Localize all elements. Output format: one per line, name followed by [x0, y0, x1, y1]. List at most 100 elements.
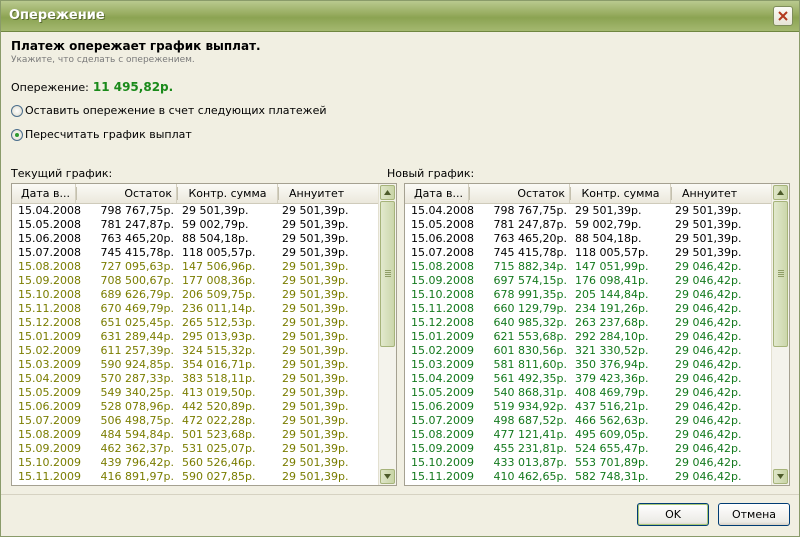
- cell-balance: 660 129,79р.: [493, 302, 567, 315]
- title-bar[interactable]: Опережение: [1, 1, 799, 32]
- table-row[interactable]: 15.05.2009 540 868,31р. 408 469,79р. 29 046…: [405, 386, 772, 400]
- table-row[interactable]: 15.05.2008 781 247,87р. 59 002,79р. 29 501,…: [405, 218, 772, 232]
- cell-date: 15.11.2009: [18, 470, 81, 483]
- cell-date: 15.07.2008: [411, 246, 474, 259]
- table-row[interactable]: 15.04.2008 798 767,75р. 29 501,39р. 29 501,…: [12, 204, 379, 218]
- scroll-down-button[interactable]: [773, 469, 788, 484]
- table-row[interactable]: 15.07.2009 506 498,75р. 472 022,28р. 29 501…: [12, 414, 379, 428]
- table-row[interactable]: 15.08.2009 484 594,84р. 501 523,68р. 29 501…: [12, 428, 379, 442]
- close-button[interactable]: [773, 6, 793, 26]
- cell-control-sum: 321 330,52р.: [575, 344, 649, 357]
- table-row[interactable]: 15.06.2008 763 465,20р. 88 504,18р. 29 501,…: [12, 232, 379, 246]
- vertical-scrollbar[interactable]: [771, 184, 789, 485]
- cell-control-sum: 560 526,46р.: [182, 456, 256, 469]
- cell-balance: 678 991,35р.: [493, 288, 567, 301]
- cell-balance: 640 985,32р.: [493, 316, 567, 329]
- table-row[interactable]: 15.04.2009 561 492,35р. 379 423,36р. 29 046…: [405, 372, 772, 386]
- table-row[interactable]: 15.03.2009 581 811,60р. 350 376,94р. 29 046…: [405, 358, 772, 372]
- current-schedule-caption: Текущий график:: [11, 167, 113, 180]
- cell-balance: 439 796,42р.: [100, 456, 174, 469]
- cell-control-sum: 147 051,99р.: [575, 260, 649, 273]
- table-row[interactable]: 15.06.2008 763 465,20р. 88 504,18р. 29 501,…: [405, 232, 772, 246]
- table-row[interactable]: 15.01.2009 631 289,44р. 295 013,93р. 29 501…: [12, 330, 379, 344]
- column-header-balance[interactable]: Остаток: [470, 184, 570, 203]
- column-header-control-sum[interactable]: Контр. сумма: [178, 184, 278, 203]
- option-recalculate[interactable]: Пересчитать график выплат: [11, 128, 192, 141]
- cell-date: 15.02.2009: [411, 344, 474, 357]
- table-row[interactable]: 15.05.2009 549 340,25р. 413 019,50р. 29 501…: [12, 386, 379, 400]
- current-schedule-grid[interactable]: Дата в... Остаток Контр. сумма Аннуитет …: [11, 183, 397, 486]
- cell-control-sum: 495 609,05р.: [575, 428, 649, 441]
- cell-control-sum: 236 011,14р.: [182, 302, 256, 315]
- table-row[interactable]: 15.06.2009 528 078,96р. 442 520,89р. 29 501…: [12, 400, 379, 414]
- cell-control-sum: 324 515,32р.: [182, 344, 256, 357]
- column-header-annuity[interactable]: Аннуитет: [279, 184, 377, 203]
- cell-control-sum: 177 008,36р.: [182, 274, 256, 287]
- table-row[interactable]: 15.04.2008 798 767,75р. 29 501,39р. 29 501,…: [405, 204, 772, 218]
- option-keep-advance[interactable]: Оставить опережение в счет следующих пла…: [11, 104, 327, 117]
- cell-annuity: 29 501,39р.: [282, 386, 349, 399]
- table-row[interactable]: 15.10.2008 678 991,35р. 205 144,84р. 29 046…: [405, 288, 772, 302]
- table-row[interactable]: 15.08.2008 727 095,63р. 147 506,96р. 29 501…: [12, 260, 379, 274]
- scroll-down-button[interactable]: [380, 469, 395, 484]
- scroll-up-button[interactable]: [380, 185, 395, 200]
- table-row[interactable]: 15.11.2008 660 129,79р. 234 191,26р. 29 046…: [405, 302, 772, 316]
- cell-control-sum: 413 019,50р.: [182, 386, 256, 399]
- table-row[interactable]: 15.09.2009 462 362,37р. 531 025,07р. 29 501…: [12, 442, 379, 456]
- table-row[interactable]: 15.08.2008 715 882,34р. 147 051,99р. 29 046…: [405, 260, 772, 274]
- column-header-date[interactable]: Дата в...: [405, 184, 469, 203]
- table-row[interactable]: 15.05.2008 781 247,87р. 59 002,79р. 29 501,…: [12, 218, 379, 232]
- cell-annuity: 29 046,42р.: [675, 428, 742, 441]
- table-row[interactable]: 15.02.2009 611 257,39р. 324 515,32р. 29 501…: [12, 344, 379, 358]
- table-row[interactable]: 15.10.2008 689 626,79р. 206 509,75р. 29 501…: [12, 288, 379, 302]
- table-row[interactable]: 15.04.2009 570 287,33р. 383 518,11р. 29 501…: [12, 372, 379, 386]
- table-row[interactable]: 15.11.2009 410 462,65р. 582 748,31р. 29 046…: [405, 470, 772, 484]
- grid-body: 15.04.2008 798 767,75р. 29 501,39р. 29 501,…: [405, 204, 772, 485]
- table-row[interactable]: 15.07.2008 745 415,78р. 118 005,57р. 29 501…: [405, 246, 772, 260]
- column-header-balance[interactable]: Остаток: [77, 184, 177, 203]
- table-row[interactable]: 15.12.2008 651 025,45р. 265 512,53р. 29 501…: [12, 316, 379, 330]
- scroll-thumb[interactable]: [380, 201, 395, 347]
- column-header-annuity[interactable]: Аннуитет: [672, 184, 770, 203]
- cell-date: 15.08.2008: [411, 260, 474, 273]
- new-schedule-grid[interactable]: Дата в... Остаток Контр. сумма Аннуитет …: [404, 183, 790, 486]
- vertical-scrollbar[interactable]: [378, 184, 396, 485]
- table-row[interactable]: 15.06.2009 519 934,92р. 437 516,21р. 29 046…: [405, 400, 772, 414]
- table-row[interactable]: 15.10.2009 433 013,87р. 553 701,89р. 29 046…: [405, 456, 772, 470]
- table-row[interactable]: 15.09.2008 697 574,15р. 176 098,41р. 29 046…: [405, 274, 772, 288]
- cell-balance: 798 767,75р.: [493, 204, 567, 217]
- cell-control-sum: 88 504,18р.: [575, 232, 642, 245]
- cell-balance: 455 231,81р.: [493, 442, 567, 455]
- table-row[interactable]: 15.12.2008 640 985,32р. 263 237,68р. 29 046…: [405, 316, 772, 330]
- cell-balance: 708 500,67р.: [100, 274, 174, 287]
- column-header-control-sum[interactable]: Контр. сумма: [571, 184, 671, 203]
- scroll-thumb[interactable]: [773, 201, 788, 347]
- table-row[interactable]: 15.02.2009 601 830,56р. 321 330,52р. 29 046…: [405, 344, 772, 358]
- cell-annuity: 29 046,42р.: [675, 400, 742, 413]
- table-row[interactable]: 15.07.2009 498 687,52р. 466 562,63р. 29 046…: [405, 414, 772, 428]
- ok-button[interactable]: OK: [637, 503, 709, 526]
- table-row[interactable]: 15.11.2009 416 891,97р. 590 027,85р. 29 501…: [12, 470, 379, 484]
- table-row[interactable]: 15.07.2008 745 415,78р. 118 005,57р. 29 501…: [12, 246, 379, 260]
- radio-keep-advance[interactable]: [11, 104, 23, 117]
- column-header-date[interactable]: Дата в...: [12, 184, 76, 203]
- table-row[interactable]: 15.01.2009 621 553,68р. 292 284,10р. 29 046…: [405, 330, 772, 344]
- cell-balance: 416 891,97р.: [100, 470, 174, 483]
- table-row[interactable]: 15.11.2008 670 469,79р. 236 011,14р. 29 501…: [12, 302, 379, 316]
- table-row[interactable]: 15.10.2009 439 796,42р. 560 526,46р. 29 501…: [12, 456, 379, 470]
- table-row[interactable]: 15.08.2009 477 121,41р. 495 609,05р. 29 046…: [405, 428, 772, 442]
- cell-annuity: 29 501,39р.: [282, 372, 349, 385]
- cell-annuity: 29 501,39р.: [282, 344, 349, 357]
- cell-date: 15.03.2009: [411, 358, 474, 371]
- cell-date: 15.08.2008: [18, 260, 81, 273]
- cell-balance: 715 882,34р.: [493, 260, 567, 273]
- table-row[interactable]: 15.09.2008 708 500,67р. 177 008,36р. 29 501…: [12, 274, 379, 288]
- table-row[interactable]: 15.03.2009 590 924,85р. 354 016,71р. 29 501…: [12, 358, 379, 372]
- cancel-button[interactable]: Отмена: [718, 503, 790, 526]
- radio-recalculate[interactable]: [11, 128, 23, 141]
- cell-balance: 498 687,52р.: [493, 414, 567, 427]
- table-row[interactable]: 15.09.2009 455 231,81р. 524 655,47р. 29 046…: [405, 442, 772, 456]
- cell-date: 15.05.2009: [18, 386, 81, 399]
- advance-value: 11 495,82р.: [92, 80, 174, 94]
- scroll-up-button[interactable]: [773, 185, 788, 200]
